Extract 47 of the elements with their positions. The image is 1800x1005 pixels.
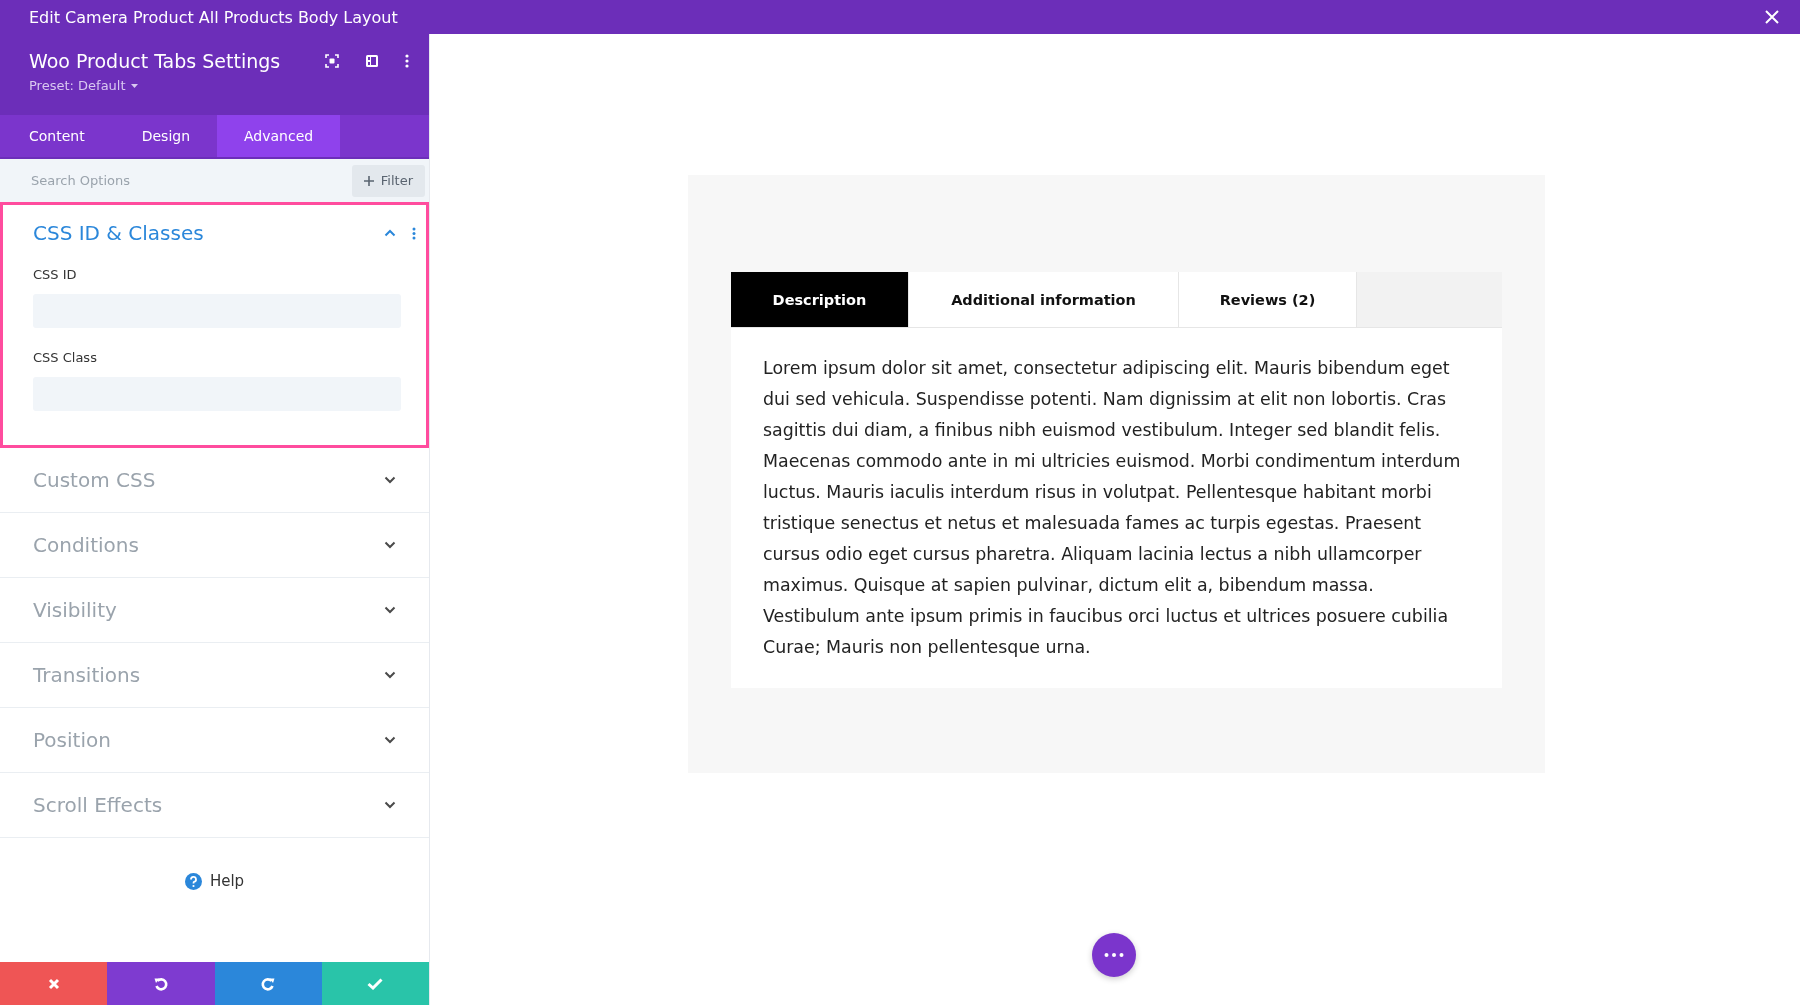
section-title[interactable]: Conditions	[33, 533, 139, 557]
caret-icon	[130, 83, 138, 88]
settings-section[interactable]: Custom CSS	[0, 448, 429, 513]
section-title[interactable]: Transitions	[33, 663, 141, 687]
help-link[interactable]: Help	[209, 872, 245, 890]
search-field[interactable]: Search Options Filter	[0, 159, 429, 202]
redo-icon	[260, 975, 277, 992]
panel-tab[interactable]: Content	[0, 115, 114, 157]
chevron-down-icon[interactable]	[384, 736, 396, 744]
expand-icon[interactable]	[325, 54, 339, 68]
close-icon[interactable]	[1764, 9, 1780, 25]
section-title[interactable]: Visibility	[33, 598, 117, 622]
field-label: CSS ID	[33, 267, 78, 282]
chevron-down-icon[interactable]	[384, 541, 396, 549]
layout-icon[interactable]	[365, 54, 379, 68]
preset-dropdown[interactable]: Preset: Default	[29, 78, 138, 93]
product-tab[interactable]: Description	[731, 272, 909, 327]
more-icon[interactable]	[412, 226, 416, 240]
check-icon	[367, 977, 384, 990]
settings-section[interactable]: Visibility	[0, 578, 429, 643]
filter-button[interactable]: Filter	[351, 164, 425, 197]
section-title[interactable]: Scroll Effects	[33, 793, 163, 817]
more-icon	[1104, 953, 1124, 957]
more-button[interactable]	[1092, 933, 1136, 977]
section-title[interactable]: Custom CSS	[33, 468, 156, 492]
chevron-down-icon[interactable]	[384, 476, 396, 484]
settings-section[interactable]: Conditions	[0, 513, 429, 578]
chevron-down-icon[interactable]	[384, 801, 396, 809]
chevron-up-icon[interactable]	[384, 229, 396, 237]
more-icon[interactable]	[405, 54, 409, 68]
help-icon[interactable]	[184, 872, 202, 890]
close-icon	[47, 977, 60, 990]
settings-section[interactable]: Scroll Effects	[0, 773, 429, 838]
field-label: CSS Class	[33, 350, 98, 365]
settings-section[interactable]: Transitions	[0, 643, 429, 708]
undo-icon	[152, 975, 169, 992]
panel-tab[interactable]: Advanced	[217, 115, 341, 157]
settings-section[interactable]: Position	[0, 708, 429, 773]
section-title[interactable]: Position	[33, 728, 111, 752]
chevron-down-icon[interactable]	[384, 671, 396, 679]
section-title[interactable]: CSS ID & Classes	[33, 221, 368, 245]
panel-tab[interactable]: Design	[113, 115, 218, 157]
window-title: Edit Camera Product All Products Body Layout	[29, 7, 398, 27]
panel-title: Woo Product Tabs Settings	[29, 50, 281, 72]
plus-icon	[363, 175, 374, 186]
chevron-down-icon[interactable]	[384, 606, 396, 614]
tab-content-text: Lorem ipsum dolor sit amet, consectetur adipiscing elit. Mauris bibendum eget dui sed vehicula. Suspendisse potenti. Nam dignissim at elit non lobortis. Cras sagittis dui diam, a finibus nibh euismod vestibulum. Integer sed blandit felis. Maecenas commodo ante in mi ultricies euismod. Morbi condimentum interdum luctus. Mauris iaculis interdum risus in volutpat. Pellentesque habitant morbi tristique senectus et netus et malesuada fames ac turpis egestas. Praesent cursus odio eget cursus pharetra. Aliquam lacinia lectus a nibh ullamcorper maximus. Quisque at sapien pulvinar, dictum elit a, bibendum massa. Vestibulum ante ipsum primis in faucibus orci luctus et ultrices posuere cubilia Curae; Mauris non pellentesque urna.	[762, 357, 1462, 659]
